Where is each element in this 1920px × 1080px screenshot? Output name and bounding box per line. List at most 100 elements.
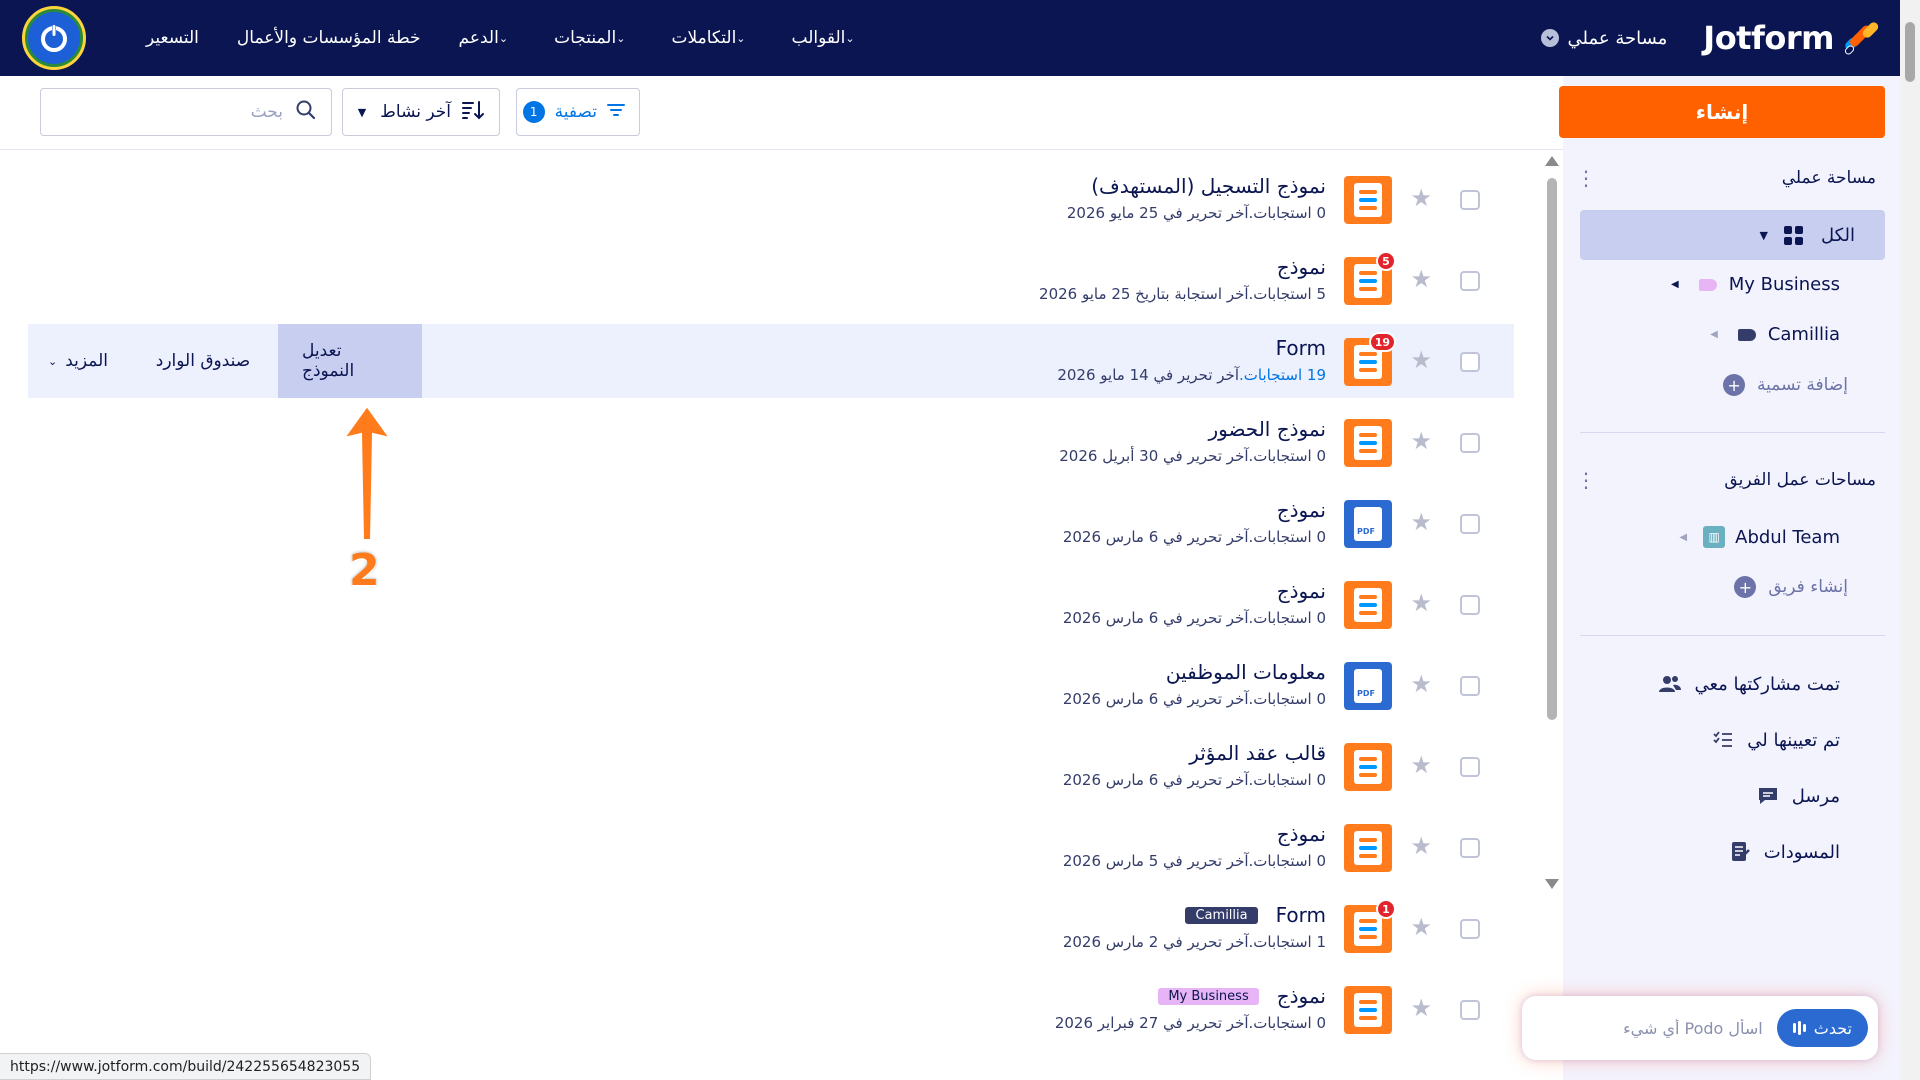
row-checkbox[interactable]: [1460, 514, 1480, 534]
nav-link-3[interactable]: الدعم ⌄: [459, 28, 517, 48]
nav-link-0[interactable]: القوالب ⌄: [792, 28, 863, 48]
row-checkbox[interactable]: [1460, 271, 1480, 291]
form-title-wrap: نموذج التسجيل (المستهدف): [1091, 174, 1326, 198]
nav-link-2[interactable]: المنتجات ⌄: [554, 28, 633, 48]
form-title[interactable]: Form: [1276, 336, 1326, 360]
search-input[interactable]: [53, 102, 283, 122]
more-vertical-icon[interactable]: ⋮: [1576, 468, 1596, 492]
nav-link-1[interactable]: التكاملات ⌄: [671, 28, 753, 48]
form-row[interactable]: ★ 5 نموذج 5 استجابات.آخر استجابة بتاريخ 25 …: [28, 243, 1514, 317]
form-row[interactable]: ★ نموذج 0 استجابات.آخر تحرير في 5 مارس 202…: [28, 810, 1514, 884]
team-name: Abdul Team: [1735, 526, 1840, 548]
form-title[interactable]: نموذج: [1277, 255, 1326, 279]
row-checkbox[interactable]: [1460, 676, 1480, 696]
form-title[interactable]: نموذج: [1277, 498, 1326, 522]
row-checkbox[interactable]: [1460, 757, 1480, 777]
chevron-down-icon: ⌄: [616, 31, 626, 45]
status-bar-url: https://www.jotform.com/build/2422556548…: [0, 1053, 372, 1080]
form-title[interactable]: معلومات الموظفين: [1166, 660, 1326, 684]
form-row[interactable]: ★ نموذج My Business 0 استجابات.آخر تحرير في…: [28, 972, 1514, 1046]
caret-left-icon[interactable]: ◀: [1710, 329, 1718, 340]
star-icon[interactable]: ★: [1410, 186, 1432, 210]
form-title[interactable]: Form: [1276, 903, 1326, 927]
caret-left-icon[interactable]: ◀: [1679, 532, 1687, 543]
form-title[interactable]: قالب عقد المؤثر: [1189, 741, 1326, 765]
create-button[interactable]: إنشاء: [1559, 86, 1885, 138]
form-meta: 0 استجابات.آخر تحرير في 5 مارس 2026: [1063, 852, 1326, 870]
user-avatar[interactable]: [22, 6, 86, 70]
nav-link-4[interactable]: خطة المؤسسات والأعمال: [237, 28, 421, 48]
workspace-menu[interactable]: مساحة عملي: [1541, 28, 1667, 49]
scroll-down-arrow-icon[interactable]: [1545, 879, 1559, 889]
create-team-button[interactable]: إنشاء فريق +: [1576, 576, 1848, 598]
form-title[interactable]: نموذج: [1277, 822, 1326, 846]
form-title[interactable]: نموذج: [1277, 984, 1326, 1008]
sidebar-item-drafts[interactable]: المسودات: [1576, 840, 1840, 864]
form-title[interactable]: نموذج الحضور: [1208, 417, 1326, 441]
form-row[interactable]: ★ نموذج الحضور 0 استجابات.آخر تحرير في 30 …: [28, 405, 1514, 479]
form-title[interactable]: نموذج التسجيل (المستهدف): [1091, 174, 1326, 198]
chevron-down-icon: ▼: [357, 105, 367, 119]
sidebar-label-my-business[interactable]: My Business ◀: [1576, 274, 1840, 295]
form-row[interactable]: ★ نموذج التسجيل (المستهدف) 0 استجابات.آخر …: [28, 162, 1514, 236]
row-checkbox[interactable]: [1460, 433, 1480, 453]
form-row[interactable]: ★ 1 Form Camillia 1 استجابات.آخر تحرير في 2 …: [28, 891, 1514, 965]
search-box[interactable]: [40, 88, 332, 136]
sidebar-team-abdul-team[interactable]: Abdul Team ▥ ◀: [1576, 526, 1840, 548]
form-title[interactable]: نموذج: [1277, 579, 1326, 603]
sort-button[interactable]: آخر نشاط ▼: [342, 88, 500, 136]
row-checkbox[interactable]: [1460, 919, 1480, 939]
star-icon[interactable]: ★: [1410, 915, 1432, 939]
form-row[interactable]: ★ PDF نموذج 0 استجابات.آخر تحرير في 6 مارس …: [28, 486, 1514, 560]
star-icon[interactable]: ★: [1410, 510, 1432, 534]
submission-count[interactable]: 19 استجابات.: [1239, 366, 1326, 384]
forms-list-scrollbar[interactable]: [1541, 150, 1563, 895]
annotation-step-number: 2: [349, 545, 380, 596]
add-label-button[interactable]: إضافة تسمية +: [1576, 374, 1848, 396]
form-row[interactable]: ★ 19 Form 19 استجابات.آخر تحرير في 14 مايو …: [28, 324, 1514, 398]
sidebar-item-sent[interactable]: مرسل: [1576, 784, 1840, 808]
forms-list-scrollbar-thumb[interactable]: [1547, 178, 1557, 720]
page-scrollbar-thumb[interactable]: [1905, 22, 1915, 82]
nav-link-label: التكاملات: [671, 28, 737, 48]
filter-button[interactable]: تصفية 1: [516, 88, 640, 136]
chevron-down-icon[interactable]: ▼: [1759, 229, 1767, 242]
scroll-up-arrow-icon[interactable]: [1545, 156, 1559, 166]
star-icon[interactable]: ★: [1410, 834, 1432, 858]
row-checkbox[interactable]: [1460, 190, 1480, 210]
row-checkbox[interactable]: [1460, 595, 1480, 615]
podo-ask-input[interactable]: [1542, 1018, 1763, 1038]
star-icon[interactable]: ★: [1410, 591, 1432, 615]
team-workspaces-header: مساحات عمل الفريق ⋮: [1576, 468, 1876, 492]
form-icon: [1344, 419, 1392, 467]
row-checkbox[interactable]: [1460, 1000, 1480, 1020]
form-row[interactable]: ★ قالب عقد المؤثر 0 استجابات.آخر تحرير في …: [28, 729, 1514, 803]
row-checkbox[interactable]: [1460, 838, 1480, 858]
star-icon[interactable]: ★: [1410, 267, 1432, 291]
more-button[interactable]: ⌄ المزيد: [28, 324, 128, 398]
caret-left-icon[interactable]: ◀: [1671, 279, 1679, 290]
star-icon[interactable]: ★: [1410, 429, 1432, 453]
star-icon[interactable]: ★: [1410, 753, 1432, 777]
sidebar-item-shared-with-me[interactable]: تمت مشاركتها معي: [1576, 672, 1840, 696]
more-vertical-icon[interactable]: ⋮: [1576, 166, 1596, 190]
nav-link-5[interactable]: التسعير: [146, 28, 199, 48]
inbox-button[interactable]: صندوق الوارد: [128, 324, 278, 398]
page-scrollbar[interactable]: [1900, 0, 1920, 1080]
sidebar-item-all[interactable]: الكل ▼: [1580, 210, 1885, 260]
podo-talk-button[interactable]: تحدث: [1776, 1009, 1868, 1047]
submission-count: 0 استجابات.: [1248, 447, 1326, 465]
star-icon[interactable]: ★: [1410, 996, 1432, 1020]
row-checkbox[interactable]: [1460, 352, 1480, 372]
edit-form-button[interactable]: تعديل النموذج: [278, 324, 422, 398]
form-row[interactable]: ★ نموذج 0 استجابات.آخر تحرير في 6 مارس 202…: [28, 567, 1514, 641]
drafts-icon: [1728, 840, 1752, 864]
form-row[interactable]: ★ PDF معلومات الموظفين 0 استجابات.آخر تحرير…: [28, 648, 1514, 722]
submission-count: 5 استجابات.: [1248, 285, 1326, 303]
star-icon[interactable]: ★: [1410, 348, 1432, 372]
jotform-logo[interactable]: Jotform: [1703, 0, 1881, 76]
sidebar-label-camillia[interactable]: Camillia ◀: [1576, 324, 1840, 345]
sidebar-label-name: My Business: [1728, 274, 1840, 295]
star-icon[interactable]: ★: [1410, 672, 1432, 696]
sidebar-item-assigned-to-me[interactable]: تم تعيينها لي: [1576, 728, 1840, 752]
